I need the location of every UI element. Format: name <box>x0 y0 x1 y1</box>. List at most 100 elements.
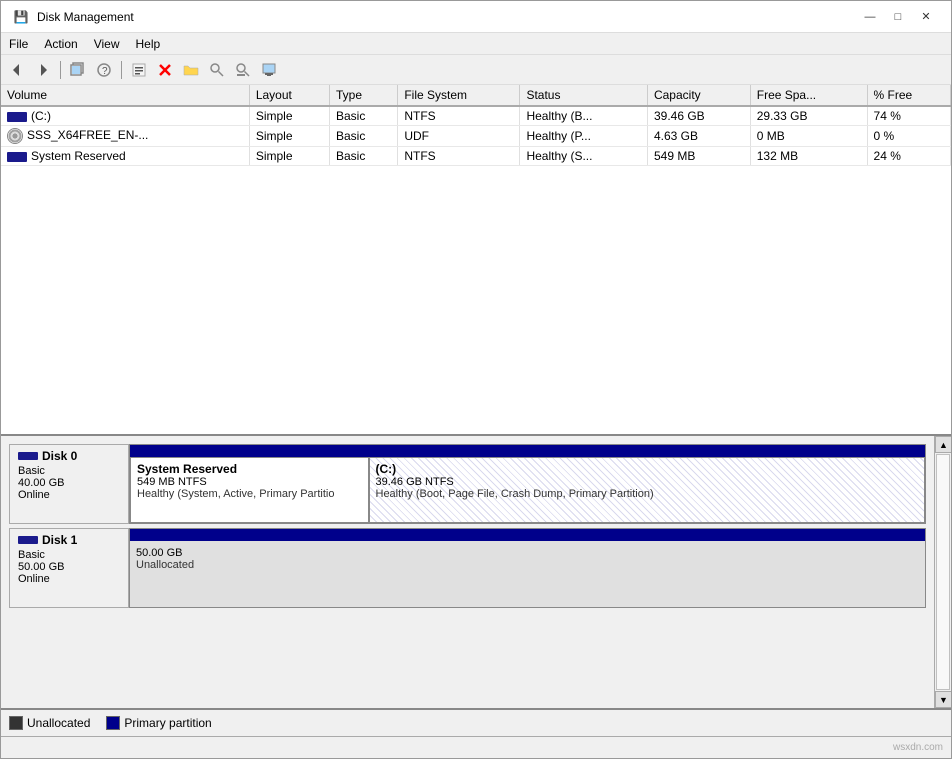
cell-filesystem: NTFS <box>398 147 520 166</box>
volume-table: Volume Layout Type File System Status Ca… <box>1 85 951 166</box>
partition-unallocated[interactable]: 50.00 GB Unallocated <box>130 541 925 607</box>
disk-size-1: 50.00 GB <box>18 561 120 573</box>
cell-capacity: 39.46 GB <box>647 106 750 126</box>
legend-unallocated-label: Unallocated <box>27 716 90 730</box>
cell-layout: Simple <box>249 126 329 147</box>
close-button[interactable]: ✕ <box>913 7 939 27</box>
disk-name-0: Disk 0 <box>42 449 77 463</box>
minimize-button[interactable]: — <box>857 7 883 27</box>
svg-text:?: ? <box>102 66 108 77</box>
search-button[interactable] <box>205 59 229 81</box>
partition-status-c-drive: Healthy (Boot, Page File, Crash Dump, Pr… <box>376 488 919 500</box>
cell-capacity: 549 MB <box>647 147 750 166</box>
partition-status-unallocated: Unallocated <box>136 559 919 571</box>
disk-partitions-1: 50.00 GB Unallocated <box>129 528 926 608</box>
disk-map-content: Disk 0 Basic 40.00 GB Online System Rese… <box>1 436 934 708</box>
disk-status-1: Online <box>18 573 120 585</box>
title-controls: — □ ✕ <box>857 7 939 27</box>
cell-layout: Simple <box>249 106 329 126</box>
disk-header-bar-0 <box>130 445 925 457</box>
table-row[interactable]: System ReservedSimpleBasicNTFSHealthy (S… <box>1 147 951 166</box>
partition-size-system-reserved: 549 MB NTFS <box>137 476 362 488</box>
up-button[interactable] <box>66 59 90 81</box>
legend-primary-label: Primary partition <box>124 716 211 730</box>
disk-partitions-0: System Reserved 549 MB NTFS Healthy (Sys… <box>129 444 926 524</box>
scroll-thumb[interactable] <box>936 454 950 690</box>
legend-unallocated: Unallocated <box>9 716 90 730</box>
disk-header-bar-1 <box>130 529 925 541</box>
disk-partitions-row-0: System Reserved 549 MB NTFS Healthy (Sys… <box>130 457 925 523</box>
cell-percent_free: 0 % <box>867 126 950 147</box>
toolbar: ? <box>1 55 951 85</box>
cell-type: Basic <box>330 126 398 147</box>
cell-layout: Simple <box>249 147 329 166</box>
title-bar: 💾 Disk Management — □ ✕ <box>1 1 951 33</box>
col-filesystem: File System <box>398 85 520 106</box>
cell-free_space: 0 MB <box>750 126 867 147</box>
partition-name-c-drive: (C:) <box>376 462 919 476</box>
partition-name-system-reserved: System Reserved <box>137 462 362 476</box>
properties-button[interactable] <box>127 59 151 81</box>
disk-row-1: Disk 1 Basic 50.00 GB Online 50.00 GB Un… <box>9 528 926 608</box>
cell-percent_free: 24 % <box>867 147 950 166</box>
disk-type-0: Basic <box>18 465 120 477</box>
partition-c-drive[interactable]: (C:) 39.46 GB NTFS Healthy (Boot, Page F… <box>369 457 926 523</box>
cell-free_space: 29.33 GB <box>750 106 867 126</box>
cell-filesystem: UDF <box>398 126 520 147</box>
menu-action[interactable]: Action <box>36 35 85 52</box>
cell-percent_free: 74 % <box>867 106 950 126</box>
disk-row-0: Disk 0 Basic 40.00 GB Online System Rese… <box>9 444 926 524</box>
legend-unallocated-box <box>9 716 23 730</box>
cell-type: Basic <box>330 147 398 166</box>
forward-button[interactable] <box>31 59 55 81</box>
volume-table-area[interactable]: Volume Layout Type File System Status Ca… <box>1 85 951 436</box>
col-capacity: Capacity <box>647 85 750 106</box>
find-button[interactable] <box>231 59 255 81</box>
table-row[interactable]: SSS_X64FREE_EN-...SimpleBasicUDFHealthy … <box>1 126 951 147</box>
legend-primary: Primary partition <box>106 716 211 730</box>
scroll-down-button[interactable]: ▼ <box>935 691 951 708</box>
cell-volume: SSS_X64FREE_EN-... <box>1 126 249 147</box>
cell-status: Healthy (P... <box>520 126 648 147</box>
col-free-space: Free Spa... <box>750 85 867 106</box>
cell-volume: (C:) <box>1 106 249 126</box>
col-volume: Volume <box>1 85 249 106</box>
col-status: Status <box>520 85 648 106</box>
toolbar-separator-1 <box>60 61 61 79</box>
disk-status-0: Online <box>18 489 120 501</box>
watermark: wsxdn.com <box>893 742 943 753</box>
cell-volume: System Reserved <box>1 147 249 166</box>
cell-status: Healthy (B... <box>520 106 648 126</box>
vertical-scrollbar[interactable]: ▲ ▼ <box>934 436 951 708</box>
toolbar-separator-2 <box>121 61 122 79</box>
title-bar-left: 💾 Disk Management <box>13 9 134 25</box>
disk-size-0: 40.00 GB <box>18 477 120 489</box>
partition-system-reserved[interactable]: System Reserved 549 MB NTFS Healthy (Sys… <box>130 457 369 523</box>
disk-management-window: 💾 Disk Management — □ ✕ File Action View… <box>0 0 952 759</box>
maximize-button[interactable]: □ <box>885 7 911 27</box>
delete-button[interactable] <box>153 59 177 81</box>
legend-bar: Unallocated Primary partition <box>1 708 951 736</box>
back-button[interactable] <box>5 59 29 81</box>
col-layout: Layout <box>249 85 329 106</box>
disk-label-0: Disk 0 Basic 40.00 GB Online <box>9 444 129 524</box>
partition-size-unallocated: 50.00 GB <box>136 547 919 559</box>
partition-size-c-drive: 39.46 GB NTFS <box>376 476 919 488</box>
rescan-button[interactable] <box>257 59 281 81</box>
legend-primary-box <box>106 716 120 730</box>
disk-type-1: Basic <box>18 549 120 561</box>
scroll-up-button[interactable]: ▲ <box>935 436 951 453</box>
help-button[interactable]: ? <box>92 59 116 81</box>
table-header-row: Volume Layout Type File System Status Ca… <box>1 85 951 106</box>
menu-help[interactable]: Help <box>128 35 169 52</box>
folder-button[interactable] <box>179 59 203 81</box>
cell-status: Healthy (S... <box>520 147 648 166</box>
menu-view[interactable]: View <box>86 35 128 52</box>
table-row[interactable]: (C:)SimpleBasicNTFSHealthy (B...39.46 GB… <box>1 106 951 126</box>
status-bar: wsxdn.com <box>1 736 951 758</box>
menu-file[interactable]: File <box>1 35 36 52</box>
menu-bar: File Action View Help <box>1 33 951 55</box>
disk-partitions-row-1: 50.00 GB Unallocated <box>130 541 925 607</box>
partition-status-system-reserved: Healthy (System, Active, Primary Partiti… <box>137 488 362 500</box>
cell-filesystem: NTFS <box>398 106 520 126</box>
